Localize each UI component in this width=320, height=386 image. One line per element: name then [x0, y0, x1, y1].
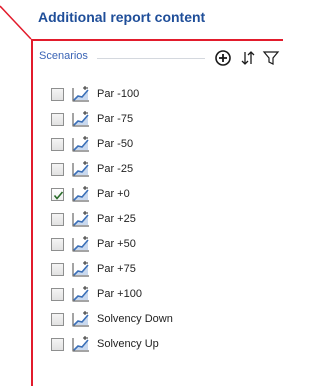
add-circle-icon[interactable]	[214, 49, 232, 67]
scenario-chart-icon	[72, 311, 90, 327]
scenario-chart-icon	[72, 286, 90, 302]
scenario-checkbox[interactable]	[51, 238, 64, 251]
scenario-item[interactable]: Par +75	[33, 258, 283, 283]
scenario-checkbox[interactable]	[51, 138, 64, 151]
callout-line	[0, 5, 32, 40]
scenario-checkbox[interactable]	[51, 88, 64, 101]
scenario-label: Par +50	[97, 238, 136, 250]
scenario-checkbox[interactable]	[51, 213, 64, 226]
scenario-item[interactable]: Par -75	[33, 108, 283, 133]
scenario-item[interactable]: Solvency Up	[33, 333, 283, 358]
panel-header: Scenarios	[33, 41, 283, 77]
scenario-label: Solvency Down	[97, 313, 173, 325]
scenario-chart-icon	[72, 161, 90, 177]
scenarios-panel: Scenarios Par -100 Par -75 Par -50 Par -…	[31, 39, 283, 386]
section-title: Additional report content	[38, 9, 206, 25]
scenario-chart-icon	[72, 261, 90, 277]
scenario-chart-icon	[72, 136, 90, 152]
scenario-item[interactable]: Par -25	[33, 158, 283, 183]
scenario-item[interactable]: Par +25	[33, 208, 283, 233]
scenario-checkbox[interactable]	[51, 313, 64, 326]
scenario-checkbox[interactable]	[51, 338, 64, 351]
scenario-label: Solvency Up	[97, 338, 159, 350]
scenario-label: Par -25	[97, 163, 134, 175]
scenario-label: Par +100	[97, 288, 142, 300]
scenario-chart-icon	[72, 211, 90, 227]
scenario-label: Par +25	[97, 213, 136, 225]
group-divider	[97, 58, 205, 59]
scenario-chart-icon	[72, 186, 90, 202]
filter-icon[interactable]	[262, 49, 280, 67]
sort-icon[interactable]	[239, 49, 257, 67]
scenario-chart-icon	[72, 86, 90, 102]
scenario-checkbox[interactable]	[51, 113, 64, 126]
scenario-chart-icon	[72, 336, 90, 352]
scenario-item[interactable]: Par +50	[33, 233, 283, 258]
scenario-chart-icon	[72, 111, 90, 127]
scenario-item[interactable]: Par +0	[33, 183, 283, 208]
scenario-item[interactable]: Par -100	[33, 83, 283, 108]
scenario-item[interactable]: Solvency Down	[33, 308, 283, 333]
scenario-label: Par +75	[97, 263, 136, 275]
scenario-chart-icon	[72, 236, 90, 252]
scenario-item[interactable]: Par -50	[33, 133, 283, 158]
scenario-checkbox[interactable]	[51, 188, 64, 201]
scenario-label: Par -75	[97, 113, 134, 125]
scenario-checkbox[interactable]	[51, 263, 64, 276]
scenario-checkbox[interactable]	[51, 163, 64, 176]
report-options-page: Additional report content Scenarios Par …	[0, 0, 283, 386]
scenario-label: Par -100	[97, 88, 140, 100]
scenario-label: Par +0	[97, 188, 130, 200]
scenarios-group-label: Scenarios	[39, 50, 88, 62]
scenario-checkbox[interactable]	[51, 288, 64, 301]
scenario-label: Par -50	[97, 138, 134, 150]
scenario-item[interactable]: Par +100	[33, 283, 283, 308]
